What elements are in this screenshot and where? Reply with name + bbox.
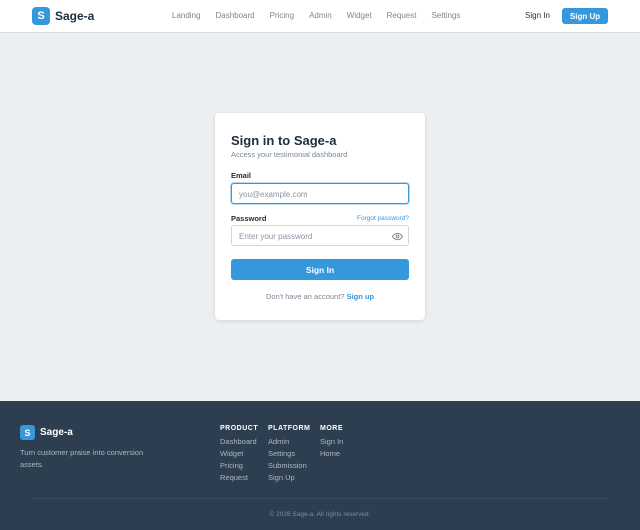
footer-link-home[interactable]: Home xyxy=(320,448,343,460)
nav-link-landing[interactable]: Landing xyxy=(172,11,200,20)
footer-column-title: MORE xyxy=(320,425,343,432)
header-signin-link[interactable]: Sign In xyxy=(525,11,550,20)
footer-link-request[interactable]: Request xyxy=(220,472,258,484)
footer-link-signup[interactable]: Sign Up xyxy=(268,472,310,484)
password-field-wrapper xyxy=(231,225,409,246)
copyright-text: © 2026 Sage-a. All rights reserved. xyxy=(269,511,371,518)
logo-icon: S xyxy=(32,7,50,25)
footer-divider xyxy=(32,498,608,499)
footer-brand-name: Sage-a xyxy=(40,427,73,438)
nav-link-admin[interactable]: Admin xyxy=(309,11,332,20)
signup-link[interactable]: Sign up xyxy=(347,292,375,301)
forgot-password-link[interactable]: Forgot password? xyxy=(357,215,409,222)
no-account-text: Don't have an account? xyxy=(265,292,345,301)
brand-logo[interactable]: S Sage-a xyxy=(32,7,94,25)
password-label: Password xyxy=(231,214,267,223)
nav-link-request[interactable]: Request xyxy=(387,11,417,20)
email-field[interactable] xyxy=(232,185,408,204)
top-navbar: S Sage-a Landing Dashboard Pricing Admin… xyxy=(0,0,640,33)
main-nav: Landing Dashboard Pricing Admin Widget R… xyxy=(172,11,475,20)
signin-button[interactable]: Sign In xyxy=(231,259,409,280)
footer-column-title: PLATFORM xyxy=(268,425,311,432)
nav-link-dashboard[interactable]: Dashboard xyxy=(215,11,254,20)
eye-icon[interactable] xyxy=(392,231,403,242)
footer: S Sage-a Turn customer praise into conve… xyxy=(0,401,640,530)
footer-link-admin[interactable]: Admin xyxy=(268,436,310,448)
footer-link-submission[interactable]: Submission xyxy=(268,460,310,472)
footer-column-product: PRODUCT Dashboard Widget Pricing Request xyxy=(220,425,258,484)
page-title: Sign in to Sage-a xyxy=(231,133,337,148)
nav-link-pricing[interactable]: Pricing xyxy=(270,11,294,20)
footer-link-pricing[interactable]: Pricing xyxy=(220,460,258,472)
footer-link-dashboard[interactable]: Dashboard xyxy=(220,436,258,448)
nav-link-settings[interactable]: Settings xyxy=(431,11,460,20)
footer-column-platform: PLATFORM Admin Settings Submission Sign … xyxy=(268,425,310,484)
footer-brand[interactable]: S Sage-a xyxy=(20,425,73,440)
footer-column-more: MORE Sign In Home xyxy=(320,425,343,460)
footer-link-widget[interactable]: Widget xyxy=(220,448,258,460)
nav-link-widget[interactable]: Widget xyxy=(347,11,372,20)
brand-name: Sage-a xyxy=(55,9,95,23)
page-subtitle: Access your testimonial dashboard xyxy=(231,150,348,159)
footer-logo-icon: S xyxy=(20,425,35,440)
footer-column-title: PRODUCT xyxy=(220,425,259,432)
footer-link-settings[interactable]: Settings xyxy=(268,448,310,460)
footer-link-signin[interactable]: Sign In xyxy=(320,436,343,448)
footer-tagline: Turn customer praise into conversion ass… xyxy=(20,448,144,469)
email-field-wrapper xyxy=(231,183,409,204)
header-signup-button[interactable]: Sign Up xyxy=(562,8,608,24)
signin-card: Sign in to Sage-a Access your testimonia… xyxy=(215,113,425,320)
password-field[interactable] xyxy=(232,227,408,246)
email-label: Email xyxy=(231,171,252,180)
signup-prompt: Don't have an account? Sign up xyxy=(215,292,425,301)
